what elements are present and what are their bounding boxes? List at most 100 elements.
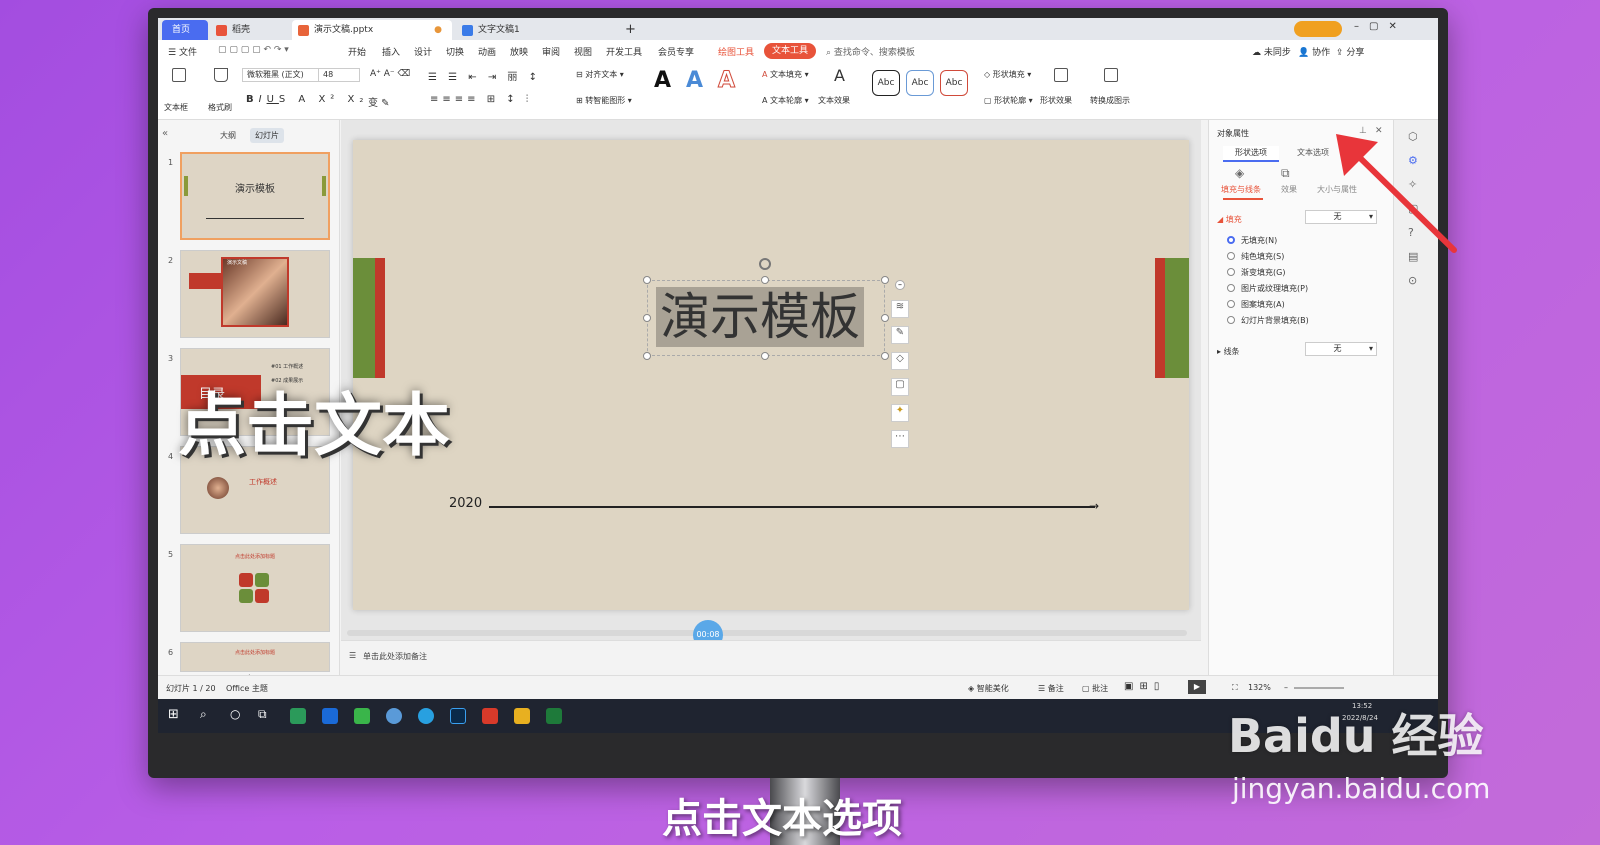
slide-thumb-6[interactable]: 点击此处添加标题 xyxy=(180,642,330,672)
resize-handle-tc[interactable] xyxy=(761,276,769,284)
menu-animation[interactable]: 动画 xyxy=(478,45,496,58)
font-style-buttons[interactable]: BIUS A X² X₂ xyxy=(246,94,368,105)
notes-button[interactable]: ☰ 备注 xyxy=(1038,683,1064,694)
convert-diagram-label[interactable]: 转换成图示 xyxy=(1090,95,1130,106)
shape-style-black[interactable]: Abc xyxy=(872,70,900,96)
shape-effect-icon[interactable] xyxy=(1054,68,1068,82)
option-gradient-fill[interactable]: 渐变填充(G) xyxy=(1241,267,1285,278)
beautify-button[interactable]: ◈ 智能美化 xyxy=(968,683,1009,694)
menu-design[interactable]: 设计 xyxy=(414,45,432,58)
text-outline-button[interactable]: A 文本轮廓 ▾ xyxy=(762,95,809,106)
menu-view[interactable]: 视图 xyxy=(574,45,592,58)
zoom-level[interactable]: 132% xyxy=(1248,683,1271,692)
menu-developer[interactable]: 开发工具 xyxy=(606,45,642,58)
resize-handle-br[interactable] xyxy=(881,352,889,360)
list-icons[interactable]: ☰ ☰ ⇤ ⇥ 丽 ↕ xyxy=(428,68,541,83)
option-bg-fill[interactable]: 幻灯片背景填充(B) xyxy=(1241,315,1309,326)
collab-button[interactable]: 👤 协作 xyxy=(1298,45,1330,58)
notes-area[interactable]: ☰ 单击此处添加备注 xyxy=(341,640,1201,675)
text-fill-button[interactable]: A 文本填充 ▾ xyxy=(762,69,809,80)
resize-handle-bc[interactable] xyxy=(761,352,769,360)
shape-outline-button[interactable]: ▢ 形状轮廓 ▾ xyxy=(984,95,1033,106)
comment-button[interactable]: ▢ 批注 xyxy=(1082,683,1108,694)
shape-style-red[interactable]: Abc xyxy=(940,70,968,96)
text-effect-label[interactable]: 文本效果 xyxy=(818,95,850,106)
option-pattern-fill[interactable]: 图案填充(A) xyxy=(1241,299,1285,310)
radio-gradient-fill[interactable] xyxy=(1227,268,1235,276)
text-style-blue[interactable]: A xyxy=(686,68,703,93)
slides-tab[interactable]: 幻灯片 xyxy=(250,128,284,143)
font-grow-shrink-icons[interactable]: A⁺ A⁻ ⌫ xyxy=(370,69,410,79)
font-size-select[interactable]: 48 xyxy=(318,68,360,82)
rotate-handle-icon[interactable] xyxy=(759,258,771,270)
tab-writer[interactable]: 文字文稿1 xyxy=(456,20,616,40)
search-box[interactable]: ⌕ 查找命令、搜索模板 xyxy=(826,45,915,58)
menu-slideshow[interactable]: 放映 xyxy=(510,45,528,58)
share-button[interactable]: ⇪ 分享 xyxy=(1336,45,1364,58)
taskbar-app-1-icon[interactable] xyxy=(290,708,306,724)
file-menu[interactable]: ☰ 文件 xyxy=(168,45,197,58)
slide-thumb-1[interactable]: 演示模板 xyxy=(180,152,330,240)
text-style-black[interactable]: A xyxy=(654,68,671,93)
menu-text-tools[interactable]: 文本工具 xyxy=(764,43,817,59)
slide-title-text[interactable]: 演示模板 xyxy=(656,287,864,347)
menu-review[interactable]: 审阅 xyxy=(542,45,560,58)
shape-style-blue[interactable]: Abc xyxy=(906,70,934,96)
tab-presentation[interactable]: 演示文稿.pptx ● xyxy=(292,20,452,40)
edge-icon[interactable] xyxy=(322,708,338,724)
fill-line-icon[interactable]: ◈ xyxy=(1235,166,1244,180)
format-painter-icon[interactable] xyxy=(214,68,228,82)
slide-thumb-5[interactable]: 点击此处添加标题 xyxy=(180,544,330,632)
collapse-panel-icon[interactable]: « xyxy=(162,128,168,139)
line-select[interactable]: 无 ▾ xyxy=(1305,342,1377,356)
zoom-out-icon[interactable]: – xyxy=(1284,683,1288,692)
search-icon[interactable]: ⌕ xyxy=(200,707,207,722)
resize-handle-tr[interactable] xyxy=(881,276,889,284)
menu-start[interactable]: 开始 xyxy=(348,45,366,58)
subtab-fill-line[interactable]: 填充与线条 xyxy=(1221,184,1261,195)
convert-diagram-icon[interactable] xyxy=(1104,68,1118,82)
shape-effect-label[interactable]: 形状效果 xyxy=(1040,95,1072,106)
textbox-icon[interactable] xyxy=(172,68,186,82)
edge-new-icon[interactable] xyxy=(418,708,434,724)
fill-section-toggle[interactable]: ◢ 填充 xyxy=(1217,214,1242,225)
align-icons[interactable]: ≡≡≡≡ ⊞ ↕ ⫶ xyxy=(430,94,532,105)
outline-tab[interactable]: 大纲 xyxy=(220,130,236,141)
align-text-button[interactable]: ⊟ 对齐文本 ▾ xyxy=(576,69,624,80)
menu-member[interactable]: 会员专享 xyxy=(658,45,694,58)
play-icon[interactable]: ▶ xyxy=(1188,680,1206,694)
resize-handle-bl[interactable] xyxy=(643,352,651,360)
view-mode-icons[interactable]: ▣⊞▯ xyxy=(1124,681,1165,692)
browser-icon[interactable] xyxy=(386,708,402,724)
radio-bg-fill[interactable] xyxy=(1227,316,1235,324)
title-textbox[interactable]: 演示模板 xyxy=(647,280,885,356)
more-icon[interactable]: ⋯ xyxy=(891,430,909,448)
new-tab-button[interactable]: + xyxy=(620,20,640,40)
highlight-icons[interactable]: 变 ✎ xyxy=(368,94,390,109)
resize-handle-tl[interactable] xyxy=(643,276,651,284)
line-section-toggle[interactable]: ▸ 线条 xyxy=(1217,346,1240,357)
tab-daoke[interactable]: 稻壳 xyxy=(210,20,290,40)
option-solid-fill[interactable]: 纯色填充(S) xyxy=(1241,251,1284,262)
text-effect-icon[interactable]: A xyxy=(834,66,845,85)
bulb-icon[interactable]: ✦ xyxy=(891,404,909,422)
option-no-fill[interactable]: 无填充(N) xyxy=(1241,235,1277,246)
slide-thumb-2[interactable]: 演示文稿 xyxy=(180,250,330,338)
effect-icon[interactable]: ⧉ xyxy=(1281,166,1290,181)
folder-icon[interactable] xyxy=(514,708,530,724)
radio-no-fill[interactable] xyxy=(1227,236,1235,244)
photoshop-icon[interactable] xyxy=(450,708,466,724)
horizontal-scrollbar[interactable] xyxy=(347,630,1187,636)
resize-handle-mr[interactable] xyxy=(881,314,889,322)
login-badge[interactable] xyxy=(1294,21,1342,37)
menu-transition[interactable]: 切换 xyxy=(446,45,464,58)
theme-name[interactable]: Office 主题 xyxy=(226,683,268,694)
resize-handle-ml[interactable] xyxy=(643,314,651,322)
cortana-icon[interactable]: ○ xyxy=(230,707,240,721)
tab-shape-options[interactable]: 形状选项 xyxy=(1223,146,1279,162)
year-label[interactable]: 2020 xyxy=(449,496,482,511)
menu-drawing-tools[interactable]: 绘图工具 xyxy=(718,45,754,58)
radio-pattern-fill[interactable] xyxy=(1227,300,1235,308)
task-view-icon[interactable]: ⧉ xyxy=(258,707,267,722)
collapse-float-icon[interactable]: – xyxy=(895,280,905,290)
